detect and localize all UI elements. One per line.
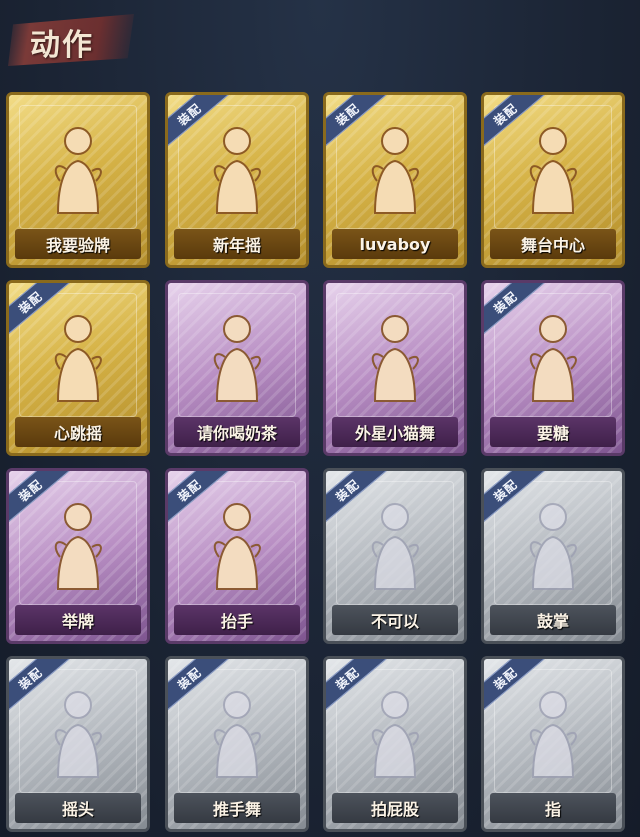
figure-dance-icon	[371, 315, 419, 402]
card-label: 新年摇	[212, 236, 261, 255]
card-label: 举牌	[61, 612, 94, 631]
emote-card[interactable]: 不可以 装配	[323, 468, 467, 644]
card-label-bar: 不可以	[332, 605, 458, 635]
figure-hold-board-icon	[54, 503, 102, 590]
figure-reach-icon	[529, 315, 577, 402]
clap-hands-icon	[529, 503, 577, 590]
card-label-bar: 举牌	[15, 605, 141, 635]
figure-lift-hand-icon	[213, 503, 261, 590]
card-label-bar: 抬手	[174, 605, 300, 635]
finger-wag-icon	[371, 503, 419, 590]
card-label-bar: 摇头	[15, 793, 141, 823]
card-label: 舞台中心	[520, 236, 585, 255]
card-label: 我要验牌	[45, 236, 110, 255]
card-label: 心跳摇	[53, 424, 102, 443]
card-label-bar: 指	[490, 793, 616, 823]
card-label: 鼓掌	[536, 612, 569, 631]
emote-card[interactable]: 新年摇 装配	[165, 92, 309, 268]
card-label-bar: 推手舞	[174, 793, 300, 823]
card-label-bar: 鼓掌	[490, 605, 616, 635]
emote-card[interactable]: 舞台中心 装配	[481, 92, 625, 268]
emote-card[interactable]: 摇头 装配	[6, 656, 150, 832]
emote-card[interactable]: 外星小猫舞	[323, 280, 467, 456]
emote-card[interactable]: 拍屁股 装配	[323, 656, 467, 832]
card-label: 推手舞	[212, 800, 261, 819]
card-label-bar: 舞台中心	[490, 229, 616, 259]
card-label: 拍屁股	[370, 800, 419, 819]
emote-card[interactable]: 我要验牌	[6, 92, 150, 268]
card-label-bar: 要糖	[490, 417, 616, 447]
figure-hold-sign-icon	[213, 315, 261, 402]
figure-raise-hand-icon	[54, 315, 102, 402]
card-label: 外星小猫舞	[354, 424, 435, 443]
card-label: 摇头	[61, 800, 94, 819]
figure-push-dance-icon	[213, 691, 261, 778]
card-label-bar: 心跳摇	[15, 417, 141, 447]
figure-sparkle-icon	[529, 127, 577, 214]
card-label-bar: 拍屁股	[332, 793, 458, 823]
card-label: 请你喝奶茶	[196, 424, 277, 443]
card-label: 指	[544, 800, 561, 819]
emote-card[interactable]: 心跳摇 装配	[6, 280, 150, 456]
emote-card[interactable]: 抬手 装配	[165, 468, 309, 644]
figure-hold-card-icon	[54, 127, 102, 214]
emote-card[interactable]: luvaboy 装配	[323, 92, 467, 268]
card-label-bar: 请你喝奶茶	[174, 417, 300, 447]
figure-shake-head-icon	[54, 691, 102, 778]
pointing-hand-icon	[529, 691, 577, 778]
card-label: luvaboy	[359, 234, 431, 254]
figure-pat-icon	[371, 691, 419, 778]
emote-card[interactable]: 推手舞 装配	[165, 656, 309, 832]
card-label: 要糖	[536, 424, 569, 443]
card-label: 抬手	[220, 612, 253, 631]
emote-card[interactable]: 要糖 装配	[481, 280, 625, 456]
card-label: 不可以	[370, 612, 419, 631]
card-label-bar: 外星小猫舞	[332, 417, 458, 447]
card-label-bar: 我要验牌	[15, 229, 141, 259]
emote-card[interactable]: 请你喝奶茶	[165, 280, 309, 456]
figure-wave-icon	[213, 127, 261, 214]
emote-card[interactable]: 指装配	[481, 656, 625, 832]
card-label-bar: luvaboy	[332, 229, 458, 259]
card-label-bar: 新年摇	[174, 229, 300, 259]
emote-card[interactable]: 鼓掌 装配	[481, 468, 625, 644]
figure-pose-icon	[371, 127, 419, 214]
emote-grid: 我要验牌 新年摇 装配 luvaboy 装配 舞台中心 装配心跳摇 装配请你喝奶茶 外星小猫舞 要…	[0, 0, 640, 837]
emote-card[interactable]: 举牌 装配	[6, 468, 150, 644]
